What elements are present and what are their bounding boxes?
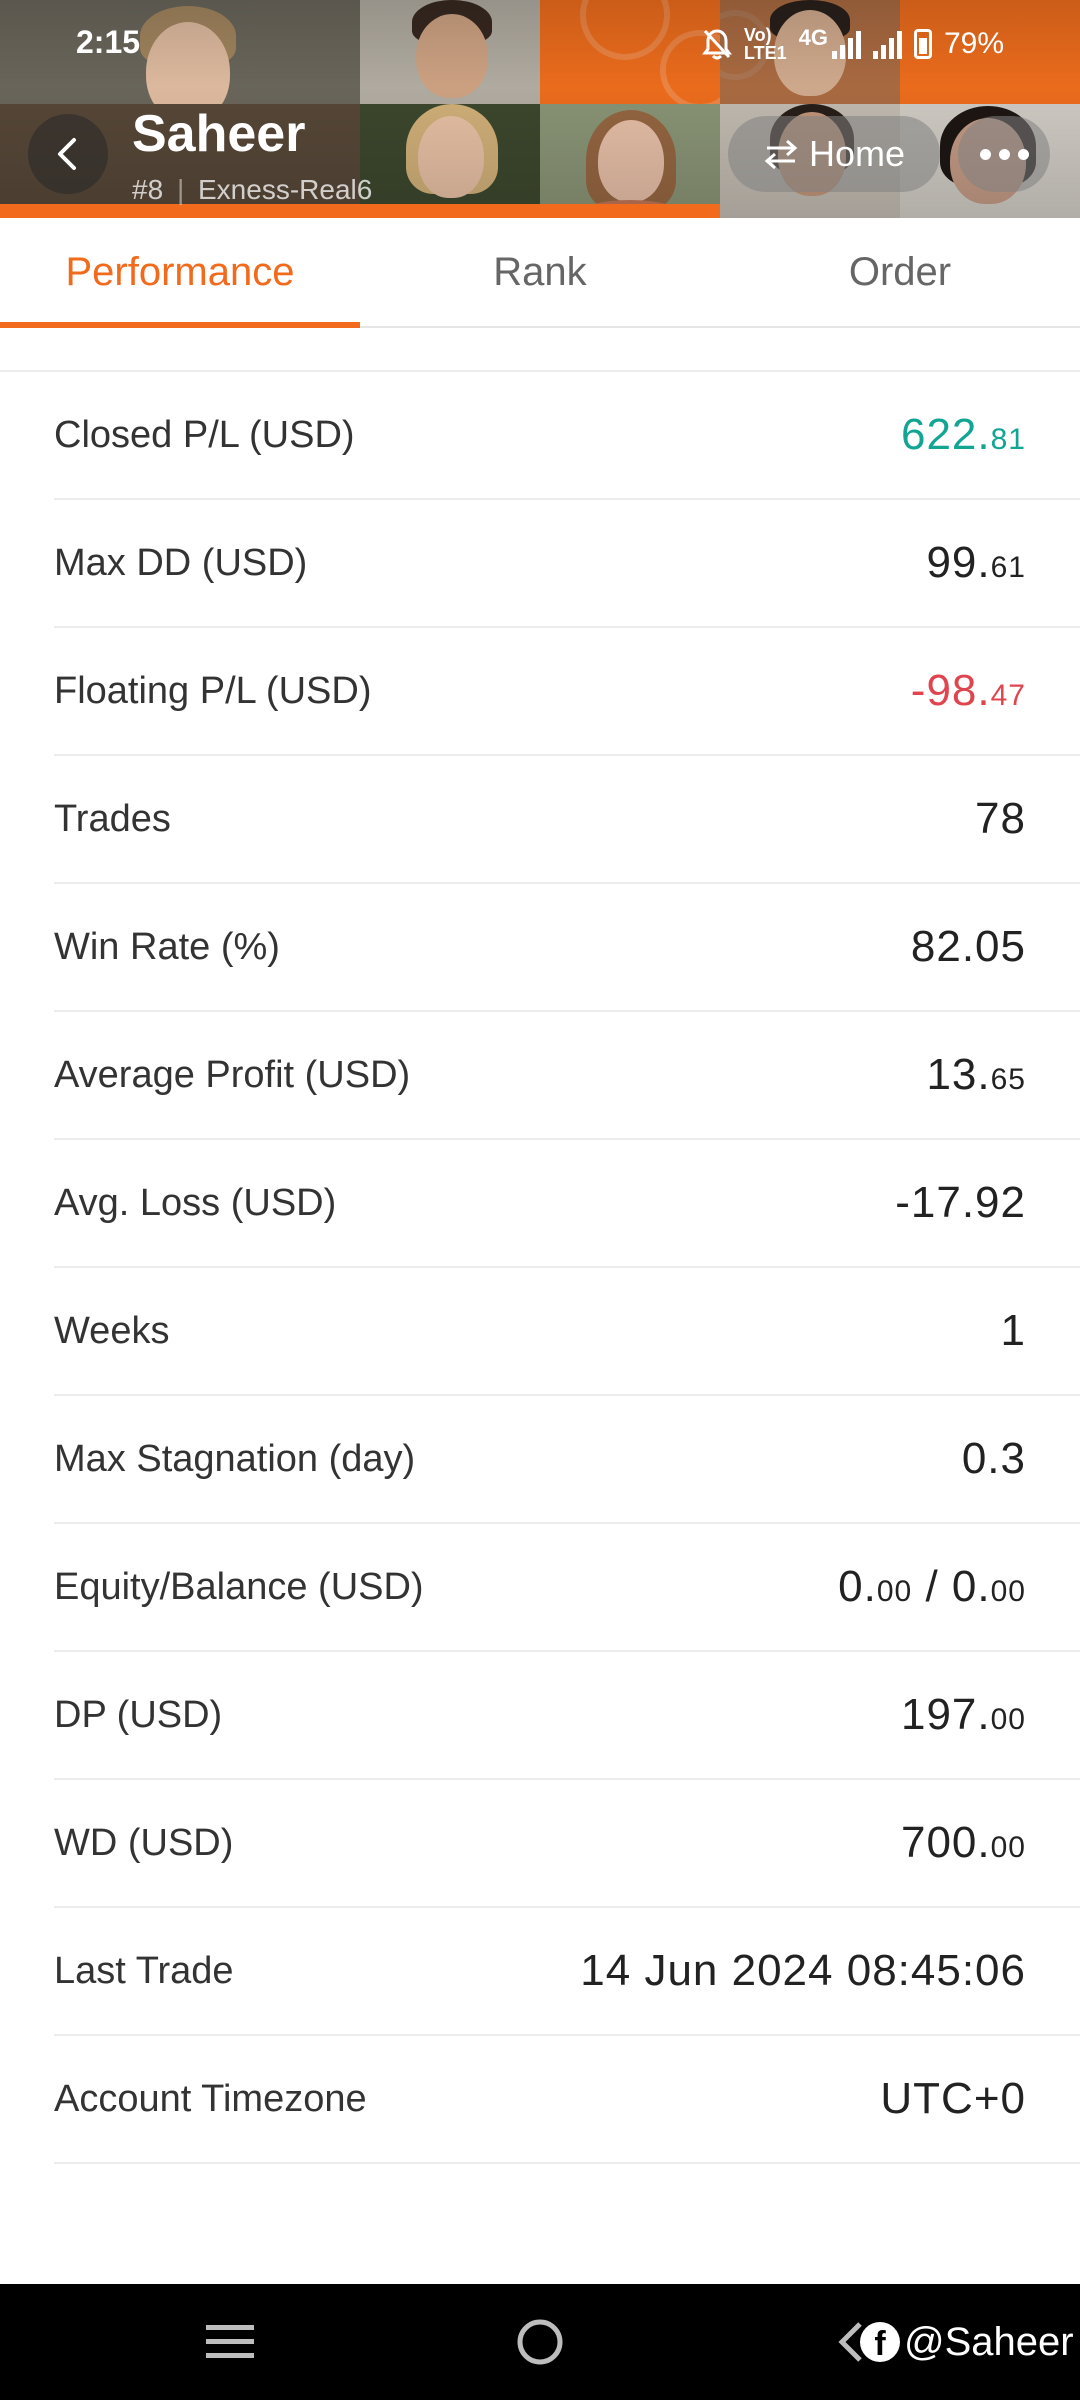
stat-row-max-dd: Max DD (USD) 99.61 [54,500,1080,628]
recent-apps-button[interactable] [180,2284,280,2400]
header-accent-strip [0,204,720,218]
stat-value: UTC+0 [880,2074,1026,2123]
stat-value: 13.65 [926,1050,1026,1099]
stat-label: DP (USD) [54,1693,223,1736]
notifications-off-icon [701,29,732,60]
stat-value: 0.00 / 0.00 [838,1562,1026,1611]
chevron-left-icon [58,138,76,170]
home-button-label: Home [808,133,906,174]
trader-subtitle: #8 | Exness-Real6 [132,174,372,206]
stat-row-max-stagnation: Max Stagnation (day) 0.3 [54,1396,1080,1524]
subtitle-divider: | [176,174,185,205]
volte-indicator: Vo) LTE1 [744,26,787,62]
more-dots-icon [979,148,991,160]
stat-row-weeks: Weeks 1 [54,1268,1080,1396]
signal-bars-icon [872,29,902,59]
stat-value: 622.81 [900,410,1026,459]
stat-label: Account Timezone [54,2077,367,2120]
stat-label: Max Stagnation (day) [54,1437,416,1480]
stat-value: 82.05 [910,922,1026,971]
status-time: 2:15 [76,24,141,60]
stat-label: WD (USD) [54,1821,234,1864]
stat-label: Floating P/L (USD) [54,669,372,712]
stat-row-trades: Trades 78 [54,756,1080,884]
stat-row-win-rate: Win Rate (%) 82.05 [54,884,1080,1012]
home-button[interactable]: Home [728,116,940,192]
trader-rank: #8 [132,174,164,205]
trader-account: Exness-Real6 [198,174,373,205]
stat-row-closed-pl: Closed P/L (USD) 622.81 [54,372,1080,500]
back-button[interactable] [28,114,108,194]
stat-value: 0.3 [961,1434,1026,1483]
stat-value: 197.00 [900,1690,1026,1739]
stat-label: Last Trade [54,1949,234,1992]
swap-arrows-icon [764,139,798,170]
menu-lines-icon [206,2325,254,2358]
trader-name: Saheer [132,105,306,163]
status-icons: Vo) LTE1 4G 79% [701,24,1004,64]
stat-row-floating-pl: Floating P/L (USD) -98.47 [54,628,1080,756]
stat-value: 700.00 [900,1818,1026,1867]
signal-bars-icon [831,29,861,59]
stat-label: Average Profit (USD) [54,1053,411,1096]
tab-performance[interactable]: Performance [0,218,360,328]
tab-order[interactable]: Order [720,218,1080,326]
stat-row-last-trade: Last Trade 14 Jun 2024 08:45:06 [54,1908,1080,2036]
more-options-button[interactable] [958,116,1050,192]
stat-label: Equity/Balance (USD) [54,1565,424,1608]
mobile-signal-1: 4G [798,25,861,59]
stat-value: -98.47 [910,666,1026,715]
lte-label: LTE1 [743,43,787,63]
facebook-watermark: f @Saheer [860,2310,1074,2374]
stat-row-dp: DP (USD) 197.00 [54,1652,1080,1780]
stat-value: 1 [1000,1306,1026,1355]
stat-label: Trades [54,797,171,840]
system-home-button[interactable] [490,2284,590,2400]
battery-icon [913,29,932,59]
stat-row-equity-balance: Equity/Balance (USD) 0.00 / 0.00 [54,1524,1080,1652]
stat-label: Max DD (USD) [54,541,308,584]
battery-percent: 79% [943,27,1004,60]
network-type-label: 4G [798,25,828,50]
stat-row-wd: WD (USD) 700.00 [54,1780,1080,1908]
stat-value: 14 Jun 2024 08:45:06 [580,1946,1026,1995]
facebook-icon: f [860,2322,900,2362]
stat-value: 78 [975,794,1026,843]
stat-row-account-timezone: Account Timezone UTC+0 [54,2036,1080,2164]
stat-row-average-profit: Average Profit (USD) 13.65 [54,1012,1080,1140]
stat-label: Weeks [54,1309,170,1352]
tab-bar: Performance Rank Order [0,218,1080,328]
profile-header: 2:15 Vo) LTE1 4G 79% Saheer #8 | Exness-… [0,0,1080,218]
performance-stats-list: Closed P/L (USD) 622.81 Max DD (USD) 99.… [0,370,1080,2164]
volte-label: Vo) [743,25,772,45]
tab-rank[interactable]: Rank [360,218,720,326]
watermark-handle: @Saheer [904,2319,1074,2364]
stat-label: Win Rate (%) [54,925,280,968]
circle-home-icon [517,2319,563,2365]
stat-value: -17.92 [895,1178,1026,1227]
stat-row-avg-loss: Avg. Loss (USD) -17.92 [54,1140,1080,1268]
stat-value: 99.61 [926,538,1026,587]
stat-label: Closed P/L (USD) [54,413,355,456]
stat-label: Avg. Loss (USD) [54,1181,337,1224]
